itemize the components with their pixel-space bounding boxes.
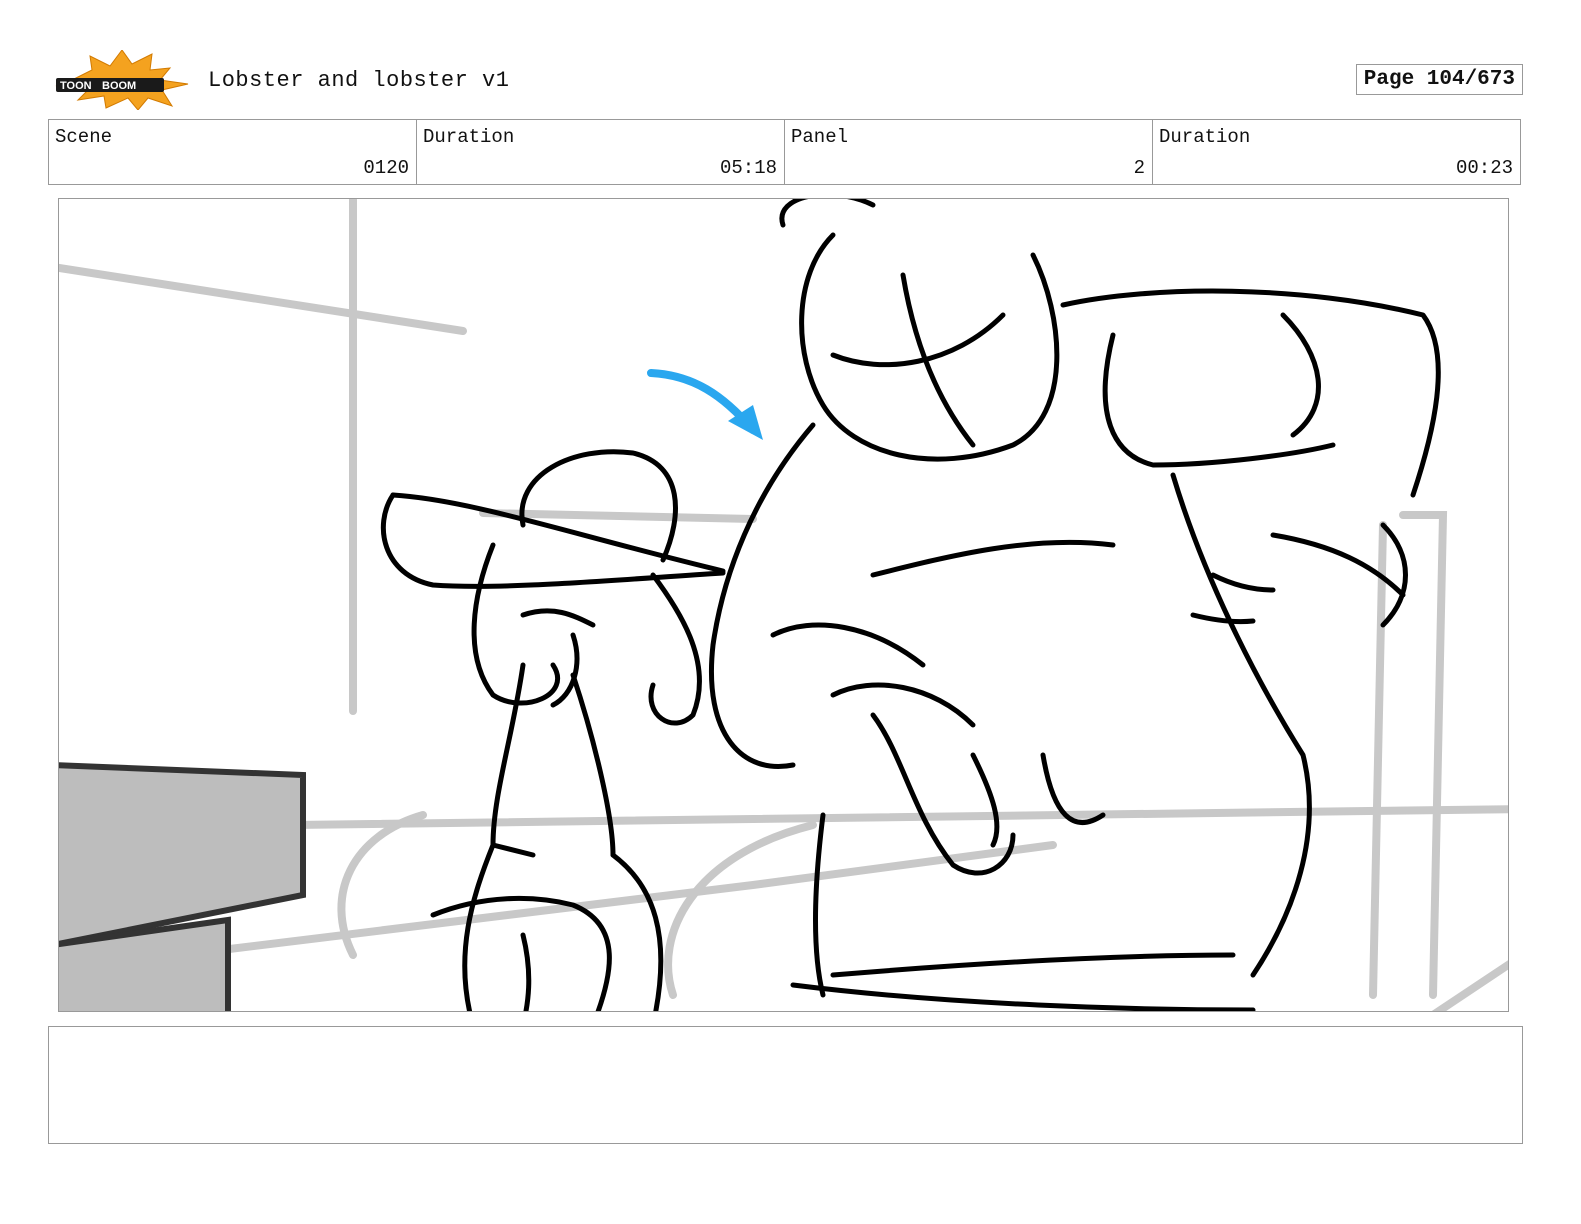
foreground-table [59,762,306,1011]
character-man [709,199,1441,1011]
panel-value: 2 [1133,157,1145,179]
page-indicator: Page 104/673 [1355,64,1523,95]
panel-duration-cell: Duration 00:23 [1153,120,1520,184]
scene-duration-label: Duration [423,126,515,148]
svg-text:BOOM: BOOM [102,80,136,92]
panel-label: Panel [791,126,849,148]
panel-cell: Panel 2 [785,120,1153,184]
svg-text:TOON: TOON [60,80,92,92]
scene-cell: Scene 0120 [49,120,417,184]
scene-info-table: Scene 0120 Duration 05:18 Panel 2 Durati… [48,119,1521,185]
scene-duration-value: 05:18 [719,157,777,179]
panel-duration-value: 00:23 [1455,157,1513,179]
panel-duration-label: Duration [1159,126,1251,148]
storyboard-header: TOON BOOM Lobster and lobster v1 Page 10… [48,48,1523,112]
panel-notes-box [48,1026,1523,1144]
toonboom-logo: TOON BOOM [52,49,192,111]
sketch-drawing [59,199,1508,1011]
scene-duration-cell: Duration 05:18 [417,120,785,184]
scene-value: 0120 [363,157,409,179]
scene-label: Scene [55,126,113,148]
project-title: Lobster and lobster v1 [208,68,510,93]
storyboard-panel-image [58,198,1509,1012]
